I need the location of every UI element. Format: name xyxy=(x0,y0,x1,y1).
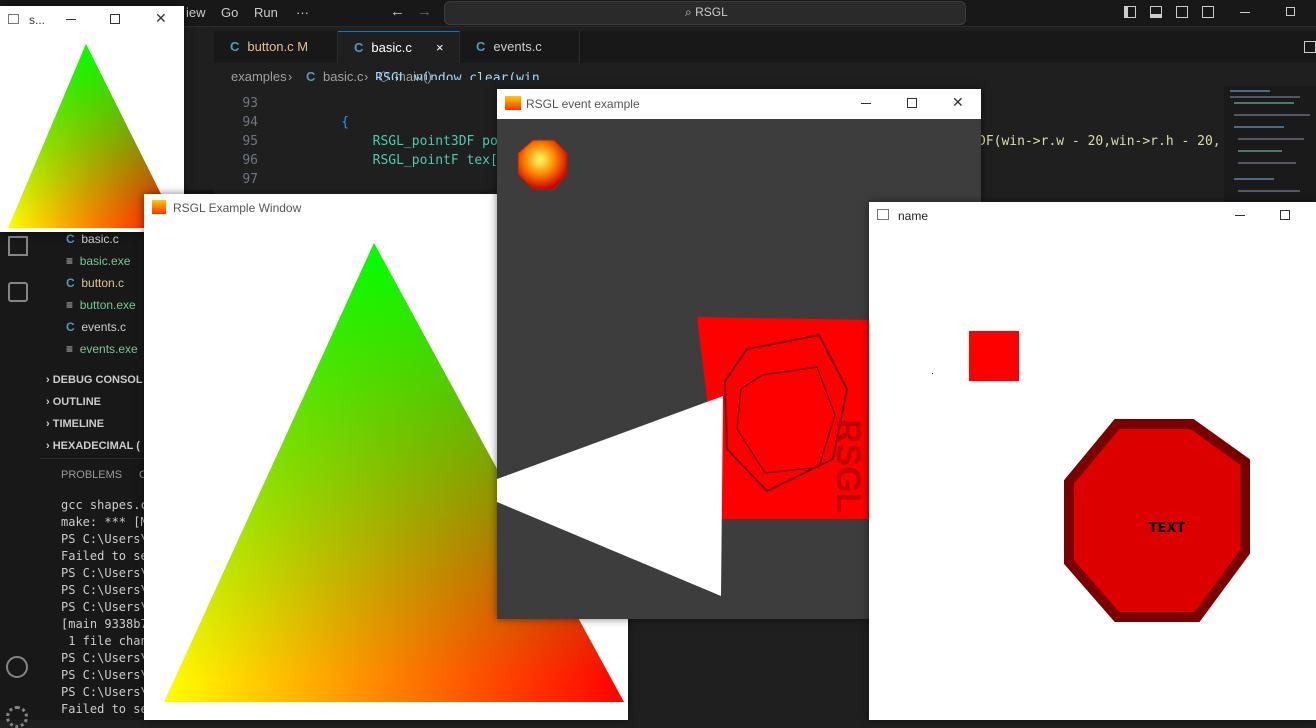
mouse-point xyxy=(932,373,933,374)
toggle-secondary-sidebar-icon[interactable] xyxy=(1176,6,1188,18)
c-file-icon: C xyxy=(230,39,240,54)
customize-layout-icon[interactable] xyxy=(1202,6,1214,18)
rsgl-app-icon xyxy=(505,96,521,110)
terminal-line: PS C:\Users\ xyxy=(61,532,148,546)
file-item[interactable]: C events.c xyxy=(66,320,126,334)
rsgl-logo-text: RSGL xyxy=(829,419,867,513)
chevron-right-icon: › xyxy=(288,69,293,84)
line-number: 96 xyxy=(242,153,258,168)
section-hexadecimal[interactable]: › HEXADECIMAL ( xyxy=(46,440,140,452)
octagon-button[interactable]: TEXT xyxy=(1049,412,1289,652)
line-number: 94 xyxy=(242,115,258,130)
window-title: RSGL Example Window xyxy=(173,201,302,215)
close-icon[interactable]: ✕ xyxy=(155,10,167,27)
file-item[interactable]: ≡ button.exe xyxy=(66,298,136,312)
c-file-icon: C xyxy=(476,39,486,54)
minimap[interactable] xyxy=(1224,86,1316,206)
remote-explorer-icon[interactable] xyxy=(8,282,28,302)
minimize-icon[interactable] xyxy=(1240,12,1250,13)
settings-gear-icon[interactable] xyxy=(6,706,28,728)
file-item[interactable]: ≡ basic.exe xyxy=(66,254,130,268)
terminal-line: [main 9338b7 xyxy=(61,617,148,631)
code-line[interactable]: { xyxy=(310,115,349,130)
maximize-icon[interactable] xyxy=(907,98,917,108)
terminal[interactable]: gcc shapes.c make: *** [M PS C:\Users\ Fail… xyxy=(61,498,148,719)
c-file-icon: C xyxy=(66,232,75,246)
rsgl-app-icon xyxy=(152,200,166,214)
octagon-button-label: TEXT xyxy=(1149,521,1186,536)
close-tab-icon[interactable]: × xyxy=(436,32,444,64)
file-item[interactable]: C basic.c xyxy=(66,232,119,246)
back-arrow-icon[interactable]: ← xyxy=(390,3,405,20)
terminal-line: PS C:\Users\ xyxy=(61,685,148,699)
code-line[interactable]: RSGL_pointF tex[ xyxy=(310,153,498,168)
text-file-icon: ≡ xyxy=(66,342,74,356)
terminal-line: Failed to se xyxy=(61,549,148,563)
maximize-icon[interactable] xyxy=(1280,210,1290,220)
tab-problems[interactable]: PROBLEMS xyxy=(61,469,122,481)
section-debug-console[interactable]: › DEBUG CONSOL xyxy=(46,374,143,386)
menu-more[interactable]: ··· xyxy=(296,5,309,20)
code-line-partial: RSGL_window_clear(win, ... xyxy=(344,71,579,80)
terminal-line: PS C:\Users\ xyxy=(61,583,148,597)
file-item[interactable]: C button.c xyxy=(66,276,124,290)
terminal-line: PS C:\Users\ xyxy=(61,668,148,682)
red-square[interactable] xyxy=(969,331,1019,381)
breadcrumb-folder[interactable]: examples xyxy=(231,69,287,84)
minimize-icon[interactable] xyxy=(66,19,76,20)
restore-icon[interactable] xyxy=(1286,7,1295,16)
menu-view[interactable]: iew xyxy=(186,5,206,20)
c-file-icon: C xyxy=(354,40,364,55)
minimize-icon[interactable] xyxy=(1235,215,1245,216)
menu-go[interactable]: Go xyxy=(221,5,238,20)
terminal-line: PS C:\Users\ xyxy=(61,651,148,665)
tab-basic-c[interactable]: Cbasic.c × xyxy=(338,31,460,63)
terminal-line: make: *** [M xyxy=(61,515,148,529)
window-title: RSGL event example xyxy=(526,97,640,111)
code-line[interactable]: RSGL_point3DF po xyxy=(310,134,498,149)
c-file-icon: C xyxy=(66,276,75,290)
forward-arrow-icon[interactable]: → xyxy=(417,3,432,20)
terminal-line: Failed to se xyxy=(61,702,148,716)
line-number: 93 xyxy=(242,96,258,111)
tab-button-c[interactable]: Cbutton.c M xyxy=(214,31,338,63)
tab-events-c[interactable]: Cevents.c xyxy=(460,31,580,63)
maximize-icon[interactable] xyxy=(110,14,120,24)
section-timeline[interactable]: › TIMELINE xyxy=(46,418,104,430)
close-icon[interactable]: ✕ xyxy=(952,94,964,111)
terminal-line: 1 file chan xyxy=(61,634,148,648)
title-bar: iew Go Run ··· ← → ⌕ RSGL xyxy=(0,0,1316,27)
section-outline[interactable]: › OUTLINE xyxy=(46,396,101,408)
toggle-panel-icon[interactable] xyxy=(1150,6,1162,18)
window-app-icon xyxy=(8,14,19,24)
search-label: RSGL xyxy=(695,5,728,19)
code-line-fragment[interactable]: DF(win->r.w - 20,win->r.h - 20, 0 xyxy=(978,134,1236,149)
name-window: name TEXT xyxy=(869,202,1316,720)
gradient-octagon-small xyxy=(517,139,568,190)
file-item[interactable]: ≡ events.exe xyxy=(66,342,138,356)
terminal-line: PS C:\Users\ xyxy=(61,600,148,614)
menu-run[interactable]: Run xyxy=(254,5,278,20)
line-number: 95 xyxy=(242,134,258,149)
split-editor-icon[interactable] xyxy=(1304,41,1316,53)
text-file-icon: ≡ xyxy=(66,298,74,312)
minimize-icon[interactable] xyxy=(861,103,871,104)
white-triangle xyxy=(497,396,723,596)
toggle-sidebar-icon[interactable] xyxy=(1124,6,1136,18)
terminal-line: gcc shapes.c xyxy=(61,498,148,512)
c-file-icon: C xyxy=(306,69,316,84)
window-title: s... xyxy=(29,13,46,27)
line-number: 97 xyxy=(242,172,258,187)
extensions-icon[interactable] xyxy=(8,236,28,256)
terminal-line: PS C:\Users\ xyxy=(61,566,148,580)
window-app-icon xyxy=(877,209,889,220)
search-icon: ⌕ xyxy=(685,5,692,19)
account-icon[interactable] xyxy=(6,656,28,678)
text-file-icon: ≡ xyxy=(66,254,74,268)
command-center-search[interactable]: ⌕ RSGL xyxy=(444,1,966,25)
c-file-icon: C xyxy=(66,320,75,334)
window-title: name xyxy=(898,209,929,223)
editor-tab-bar: Cbutton.c M Cbasic.c × Cevents.c xyxy=(214,31,1316,63)
window-titlebar: RSGL event example ✕ xyxy=(497,89,981,119)
